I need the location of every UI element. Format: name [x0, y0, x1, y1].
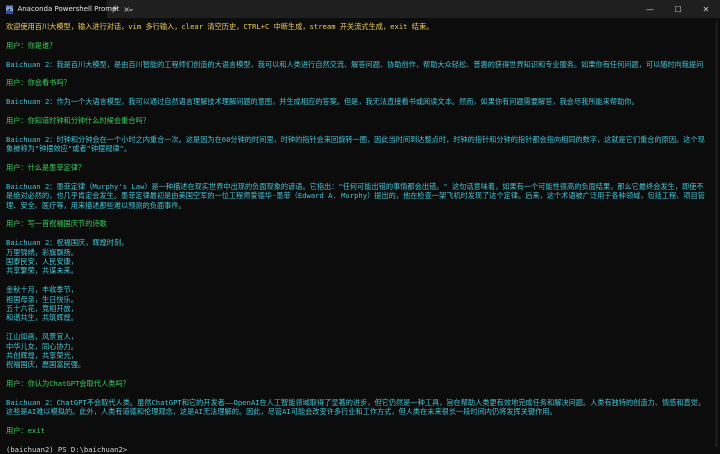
new-tab-button[interactable]: +	[107, 4, 123, 14]
terminal-line: 祝福国庆，愿国富民强。	[6, 360, 86, 370]
terminal-line: Baichuan 2：我是百川大模型，是由百川智能的工程师们创造的大语言模型，我…	[6, 59, 704, 69]
terminal-line: Baichuan 2：作为一个大语言模型，我可以通过自然语言理解技术理解问题的意…	[6, 97, 639, 107]
terminal-line: 和谐共生，共筑辉煌。	[6, 313, 78, 323]
powershell-icon: PS	[6, 4, 14, 14]
terminal-line: (baichuan2) PS D:\baichuan2>	[6, 445, 128, 454]
terminal-line: 共享繁荣，共谋未来。	[6, 266, 78, 276]
terminal-line: 五十六花，竞相开放，	[6, 304, 78, 314]
terminal-line: 金秋十月，丰收季节，	[6, 285, 78, 295]
scrollbar[interactable]	[715, 22, 718, 447]
close-window-button[interactable]: ✕	[692, 5, 720, 14]
minimize-button[interactable]: —	[636, 5, 664, 14]
tab-dropdown-icon[interactable]: ⌄	[123, 4, 139, 14]
terminal-line: 祖国母亲，生日快乐。	[6, 294, 78, 304]
terminal-line: 欢迎使用百川大模型，输入进行对话，vim 多行输入，clear 清空历史，CTR…	[6, 22, 434, 31]
terminal-line: 江山如画，风景宜人，	[6, 332, 78, 342]
terminal-line: 用户：你认为ChatGPT会取代人类吗？	[6, 379, 130, 389]
maximize-button[interactable]: ☐	[664, 5, 692, 14]
title-bar: PS Anaconda Powershell Prompt × + ⌄ — ☐ …	[0, 0, 720, 18]
terminal-line: 中华儿女，同心协力。	[6, 341, 78, 351]
terminal-line: Baichuan 2：ChatGPT不会取代人类。虽然ChatGPT和它的开发者…	[6, 398, 706, 417]
terminal-line: Baichuan 2：祝福国庆，辉煌时刻，	[6, 238, 129, 248]
terminal-line: Baichuan 2：墨菲定律（Murphy's Law）是一种描述在现实世界中…	[6, 181, 705, 210]
tab-title: Anaconda Powershell Prompt	[17, 5, 120, 13]
terminal-line: 用户：exit	[6, 426, 45, 436]
terminal-line: 用户：你是谁？	[6, 40, 57, 50]
terminal-line: 国泰民安，人民安康，	[6, 257, 78, 266]
terminal-line: 用户：写一首祝福国庆节的诗歌	[6, 219, 107, 229]
tab-anaconda-powershell[interactable]: PS Anaconda Powershell Prompt ×	[0, 0, 130, 18]
terminal-line: 共创辉煌，共享荣光，	[6, 351, 78, 361]
terminal-line: 用户：你知道时钟和分钟什么时候会重合吗？	[6, 115, 150, 125]
terminal-line: 用户：什么是墨菲定律？	[6, 162, 86, 172]
terminal-output[interactable]: 欢迎使用百川大模型，输入进行对话，vim 多行输入，clear 清空历史，CTR…	[6, 22, 706, 454]
terminal-line: 万里锦绣，彩旗飘扬。	[6, 247, 78, 257]
terminal-line: Baichuan 2：时钟和分钟会在一个小时之内重合一次。这是因为在60分钟的时…	[6, 134, 705, 154]
window-controls: — ☐ ✕	[636, 5, 720, 14]
terminal-line: 用户：你会看书吗？	[6, 78, 71, 88]
